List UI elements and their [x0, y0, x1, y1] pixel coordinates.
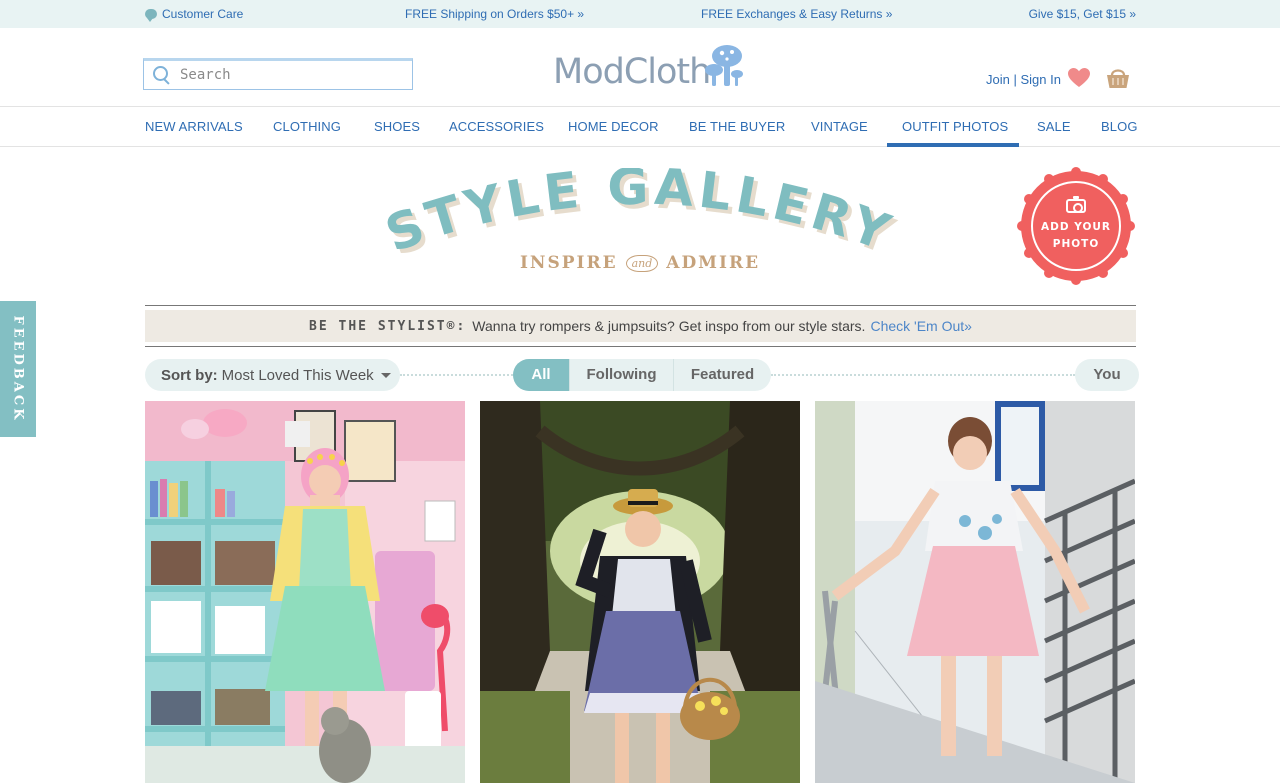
gallery-subtitle: INSPIRE and ADMIRE — [520, 246, 760, 280]
customer-care-link[interactable]: Customer Care — [145, 7, 244, 22]
sort-dropdown[interactable]: Sort by: Most Loved This Week — [145, 359, 400, 391]
top-promo-bar: Customer Care FREE Shipping on Orders $5… — [0, 0, 1280, 28]
search-box[interactable] — [143, 58, 413, 90]
customer-care-label: Customer Care — [162, 7, 244, 21]
nav-be-the-buyer[interactable]: BE THE BUYER — [689, 119, 785, 134]
dotted-divider — [771, 374, 1075, 376]
sort-label: Sort by: — [161, 366, 218, 384]
banner-lead: BE THE STYLIST®: — [309, 318, 467, 334]
join-sign-in-link[interactable]: Join | Sign In — [986, 72, 1061, 87]
nav-blog[interactable]: BLOG — [1101, 119, 1138, 134]
nav-sale[interactable]: SALE — [1037, 119, 1071, 134]
free-exchanges-link[interactable]: FREE Exchanges & Easy Returns » — [701, 7, 892, 21]
nav-outfit-photos[interactable]: OUTFIT PHOTOS — [902, 119, 1008, 134]
tab-you[interactable]: You — [1075, 359, 1139, 391]
dotted-divider — [400, 374, 513, 376]
style-gallery-title: STYLE GALLERY STYLE GALLERY — [380, 168, 900, 258]
heart-icon[interactable] — [1068, 68, 1090, 88]
tab-all[interactable]: All — [513, 359, 569, 391]
banner-text: Wanna try rompers & jumpsuits? Get inspo… — [472, 318, 866, 334]
nav-new-arrivals[interactable]: NEW ARRIVALS — [145, 119, 243, 134]
basket-icon[interactable] — [1106, 66, 1130, 90]
outfit-photo-white-stairs — [815, 401, 1135, 783]
outfit-photo-tree-path — [480, 401, 800, 783]
filter-tabs: All Following Featured — [513, 359, 771, 391]
nav-clothing[interactable]: CLOTHING — [273, 119, 341, 134]
add-photo-inner-ring: ADD YOUR PHOTO — [1031, 181, 1121, 271]
free-shipping-link[interactable]: FREE Shipping on Orders $50+ » — [405, 7, 584, 21]
logo-wordmark: ModCloth — [553, 52, 711, 92]
banner-check-em-out-link[interactable]: Check 'Em Out» — [870, 318, 972, 334]
nav-shoes[interactable]: SHOES — [374, 119, 420, 134]
chat-bubble-icon — [145, 9, 157, 22]
camera-icon — [1066, 196, 1086, 213]
search-icon[interactable] — [152, 65, 172, 85]
subtitle-admire: ADMIRE — [666, 253, 761, 273]
add-photo-label-1: ADD YOUR — [1041, 221, 1111, 233]
subtitle-and: and — [625, 254, 659, 272]
tab-featured[interactable]: Featured — [673, 359, 771, 391]
search-input[interactable] — [180, 67, 400, 83]
nav-active-indicator — [887, 143, 1019, 147]
nav-home-decor[interactable]: HOME DECOR — [568, 119, 659, 134]
subtitle-inspire: INSPIRE — [519, 253, 618, 273]
add-your-photo-button[interactable]: ADD YOUR PHOTO — [1017, 167, 1135, 285]
sort-value: Most Loved This Week — [221, 366, 374, 384]
modcloth-logo[interactable]: ModCloth — [553, 45, 744, 94]
nav-vintage[interactable]: VINTAGE — [811, 119, 868, 134]
mushroom-logo-icon — [705, 45, 744, 86]
outfit-photo-card[interactable] — [815, 401, 1135, 783]
nav-accessories[interactable]: ACCESSORIES — [449, 119, 544, 134]
tab-following[interactable]: Following — [569, 359, 673, 391]
referral-link[interactable]: Give $15, Get $15 » — [1029, 7, 1136, 21]
feedback-tab[interactable]: FEEDBACK — [0, 301, 36, 437]
outfit-photo-card[interactable] — [480, 401, 800, 783]
add-photo-label-2: PHOTO — [1052, 238, 1100, 250]
feedback-label: FEEDBACK — [10, 315, 26, 423]
stylist-banner: BE THE STYLIST®: Wanna try rompers & jum… — [145, 305, 1136, 347]
outfit-photo-pastel-room — [145, 401, 465, 783]
outfit-photo-card[interactable] — [145, 401, 465, 783]
chevron-down-icon — [380, 372, 391, 378]
main-nav: NEW ARRIVALS CLOTHING SHOES ACCESSORIES … — [0, 106, 1280, 147]
